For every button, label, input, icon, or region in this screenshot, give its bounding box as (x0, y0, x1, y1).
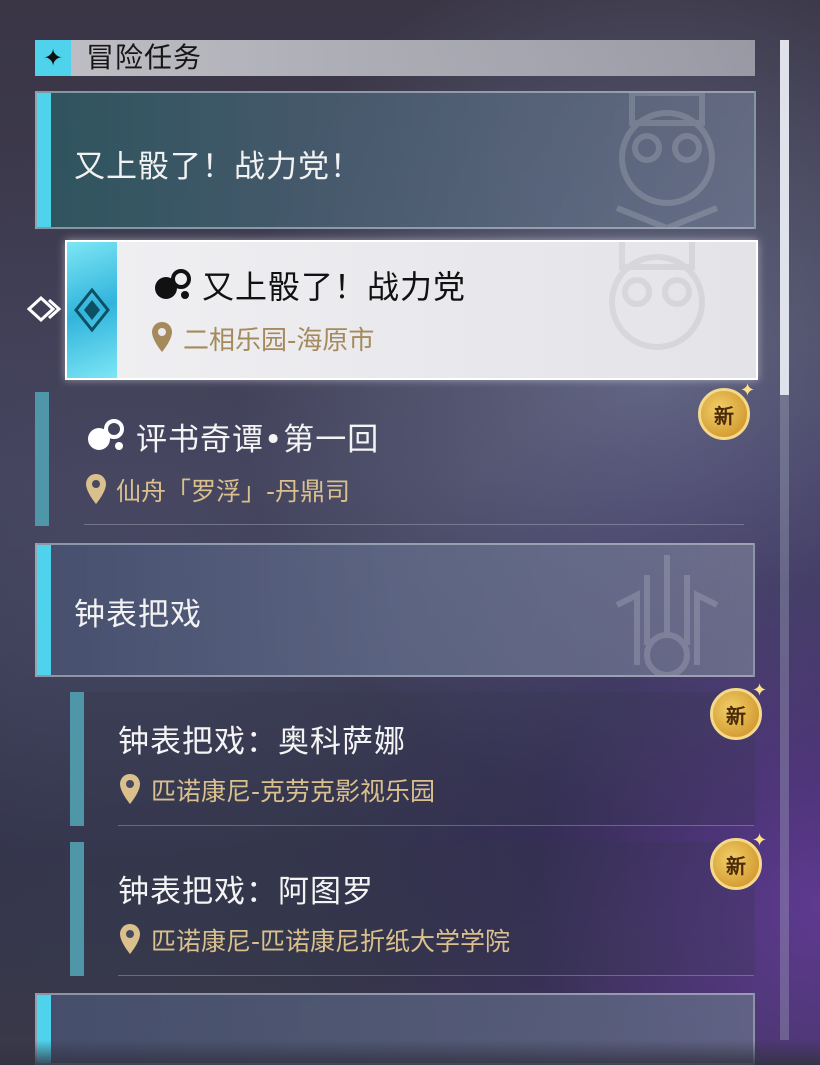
divider (118, 825, 754, 826)
divider (118, 975, 754, 976)
quest-location: 二相乐园-海原市 (183, 326, 375, 356)
divider (84, 524, 744, 525)
bottom-fade (0, 1040, 820, 1065)
sparkle-icon: ✦ (752, 680, 768, 701)
quest-title: 又上骰了！战力党 (202, 268, 467, 306)
quest-title: 钟表把戏：阿图罗 (118, 874, 374, 910)
location-pin-icon (150, 320, 174, 354)
location-pin-icon (84, 472, 108, 506)
scrollbar-thumb[interactable] (780, 40, 789, 395)
clock-tower-emblem-icon (615, 555, 719, 675)
category-accent (37, 545, 51, 675)
quest-location: 匹诺康尼-匹诺康尼折纸大学学院 (151, 927, 511, 956)
category-title: 又上骰了！战力党！ (74, 149, 362, 185)
location-pin-icon (118, 772, 142, 806)
location-pin-icon (118, 922, 142, 956)
category-card-zhongbiao[interactable]: 钟表把戏 (35, 543, 755, 677)
quest-type-tile (67, 242, 117, 378)
quest-accent-bar (70, 692, 84, 826)
quest-accent-bar (70, 842, 84, 976)
selection-arrow-icon (26, 294, 65, 324)
quest-item-selected[interactable] (65, 240, 758, 380)
quest-title: 钟表把戏：奥科萨娜 (118, 724, 406, 760)
diamond-icon (74, 287, 110, 333)
quest-title: 评书奇谭•第一回 (136, 422, 380, 458)
quest-accent-bar (35, 392, 49, 526)
category-accent (37, 93, 51, 227)
sparkle-icon: ✦ (752, 830, 768, 851)
quest-location: 匹诺康尼-克劳克影视乐园 (151, 777, 436, 806)
adventure-quest-icon (152, 268, 192, 304)
category-title: 钟表把戏 (74, 597, 202, 633)
diamond-star-icon: ✦ (35, 40, 71, 76)
dice-mascot-watermark-icon (609, 242, 705, 350)
category-card-zhanlidang[interactable]: 又上骰了！战力党！ (35, 91, 756, 229)
adventure-quest-icon (84, 417, 126, 455)
dice-mascot-emblem-icon (615, 93, 719, 227)
section-title: 冒险任务 (86, 41, 203, 74)
sparkle-icon: ✦ (740, 380, 756, 401)
quest-location: 仙舟「罗浮」-丹鼎司 (116, 477, 351, 506)
